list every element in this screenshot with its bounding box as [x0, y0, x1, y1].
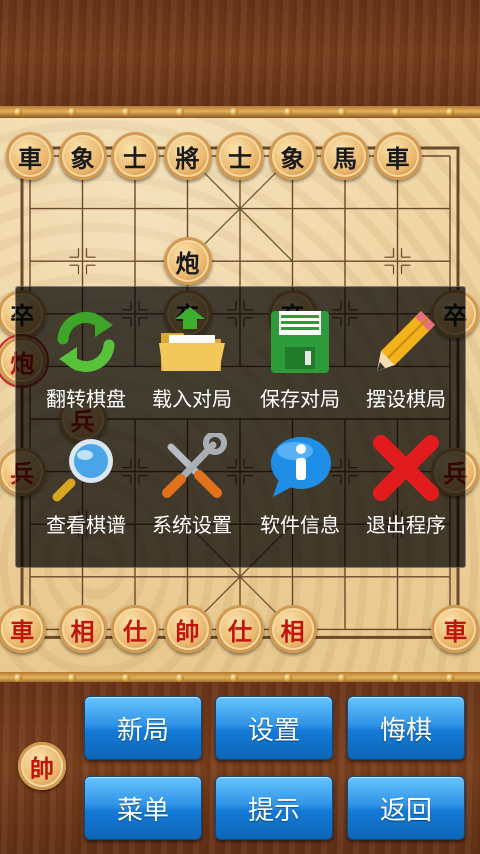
game-menu-popup: 翻转棋盘 载入对局 保存对局 摆设棋局 查看棋谱 系统设置 软件信息 退出程序: [15, 286, 466, 568]
piece-label: 仕: [123, 616, 147, 646]
rail-stud: [284, 674, 292, 682]
black-piece[interactable]: 士: [111, 132, 159, 180]
rail-stud: [14, 108, 22, 116]
black-piece[interactable]: 將: [163, 132, 212, 180]
piece-label: 車: [10, 616, 35, 646]
menu-item-load-game[interactable]: 载入对局: [136, 301, 248, 425]
magnifier-icon: [52, 439, 113, 502]
menu-item-exit[interactable]: 退出程序: [350, 427, 462, 551]
black-piece[interactable]: 車: [6, 132, 54, 180]
menu-label-system-settings: 系统设置: [152, 513, 232, 537]
piece-label: 相: [280, 616, 305, 646]
piece-label: 車: [385, 143, 410, 173]
menu-label-flip-board: 翻转棋盘: [46, 387, 126, 411]
piece-label: 馬: [333, 143, 357, 173]
piece-label: 相: [70, 616, 95, 646]
rail-stud: [392, 674, 400, 682]
black-piece[interactable]: 士: [216, 132, 264, 180]
piece-label: 象: [70, 143, 95, 173]
top-wood-panel: [0, 0, 480, 110]
settings-button[interactable]: 设置: [215, 696, 333, 760]
black-piece[interactable]: 象: [58, 132, 107, 180]
info-bubble-icon: [271, 437, 331, 497]
menu-label-load-game: 载入对局: [152, 387, 232, 411]
piece-label: 士: [123, 143, 147, 173]
rail-stud: [446, 108, 454, 116]
piece-label: 炮: [175, 248, 200, 278]
menu-label-view-records: 查看棋谱: [46, 513, 126, 537]
tools-icon: [162, 433, 227, 498]
red-piece[interactable]: 帥: [163, 605, 212, 654]
rail-stud: [176, 674, 184, 682]
red-x-icon: [373, 435, 439, 501]
menu-item-setup-position[interactable]: 摆设棋局: [350, 301, 462, 425]
undo-button[interactable]: 悔棋: [347, 696, 465, 760]
menu-item-system-settings[interactable]: 系统设置: [136, 427, 248, 551]
piece-label: 仕: [228, 616, 252, 646]
rail-stud: [122, 674, 130, 682]
piece-label: 將: [175, 143, 200, 173]
black-piece[interactable]: 馬: [321, 132, 369, 180]
menu-item-save-game[interactable]: 保存对局: [244, 301, 356, 425]
menu-item-view-records[interactable]: 查看棋谱: [30, 427, 142, 551]
piece-label: 象: [280, 143, 305, 173]
floppy-disk-icon: [271, 311, 329, 373]
black-piece[interactable]: 炮: [163, 237, 212, 286]
menu-button[interactable]: 菜单: [84, 776, 202, 840]
rail-stud: [338, 674, 346, 682]
menu-item-software-info[interactable]: 软件信息: [244, 427, 356, 551]
black-piece[interactable]: 車: [373, 132, 422, 180]
piece-label: 車: [443, 616, 468, 646]
rail-stud: [68, 674, 76, 682]
menu-label-setup-position: 摆设棋局: [366, 387, 446, 411]
rail-stud: [14, 674, 22, 682]
rail-stud: [284, 108, 292, 116]
turn-indicator-text: 帥: [30, 753, 54, 783]
rail-stud: [122, 108, 130, 116]
rail-stud: [176, 108, 184, 116]
rail-stud: [392, 108, 400, 116]
rail-stud: [446, 674, 454, 682]
turn-indicator-piece: 帥: [18, 742, 66, 790]
folder-upload-icon: [159, 307, 225, 371]
red-piece[interactable]: 相: [268, 605, 317, 654]
new-game-button[interactable]: 新局: [84, 696, 202, 760]
red-piece[interactable]: 相: [58, 605, 107, 654]
piece-label: 帥: [175, 616, 200, 646]
menu-label-exit: 退出程序: [366, 513, 446, 537]
piece-label: 士: [228, 143, 252, 173]
menu-label-save-game: 保存对局: [260, 387, 340, 411]
rotate-arrows-icon: [57, 311, 115, 373]
rail-stud: [230, 674, 238, 682]
pencil-icon: [377, 311, 435, 371]
top-rail: [0, 106, 480, 118]
menu-item-flip-board[interactable]: 翻转棋盘: [30, 301, 142, 425]
back-button[interactable]: 返回: [347, 776, 465, 840]
menu-label-software-info: 软件信息: [260, 513, 340, 537]
rail-stud: [230, 108, 238, 116]
piece-label: 車: [18, 143, 42, 173]
hint-button[interactable]: 提示: [215, 776, 333, 840]
rail-stud: [68, 108, 76, 116]
black-piece[interactable]: 象: [268, 132, 317, 180]
rail-stud: [338, 108, 346, 116]
